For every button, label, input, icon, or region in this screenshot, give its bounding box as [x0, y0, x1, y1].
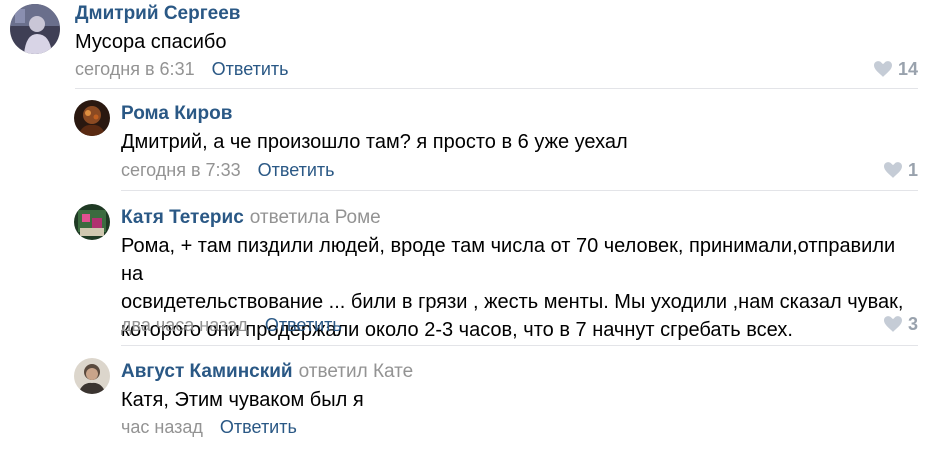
- comment-text-line: Рома, + там пиздили людей, вроде там чис…: [121, 235, 896, 285]
- comment-meta: час назад Ответить: [121, 416, 297, 438]
- comment-author: Дмитрий Сергеев: [75, 3, 240, 25]
- comment-author: Катя Тетерис ответила Роме: [121, 207, 381, 229]
- avatar-dmitry[interactable]: [10, 4, 60, 54]
- comment-timestamp: два часа назад: [121, 315, 248, 335]
- user-avatar-icon: [74, 100, 110, 136]
- like-button[interactable]: 1: [883, 159, 918, 181]
- author-name-link[interactable]: Август Каминский: [121, 361, 293, 382]
- like-count: 3: [907, 314, 918, 334]
- heart-icon: [883, 316, 902, 332]
- comment-divider: [121, 345, 918, 346]
- like-button[interactable]: 14: [873, 58, 918, 80]
- comment-text-line: освидетельствование ... били в грязи , ж…: [121, 291, 904, 313]
- reply-button[interactable]: Ответить: [212, 59, 289, 79]
- reply-button[interactable]: Ответить: [265, 315, 342, 335]
- comment-divider: [75, 88, 918, 89]
- reply-button[interactable]: Ответить: [220, 417, 297, 437]
- avatar-roma[interactable]: [74, 100, 110, 136]
- comment-text: Дмитрий, а че произошло там? я просто в …: [121, 131, 628, 153]
- comment-author: Рома Киров: [121, 103, 232, 125]
- user-avatar-icon: [10, 4, 60, 54]
- comment-text: Мусора спасибо: [75, 31, 227, 53]
- comment-author: Август Каминский ответил Кате: [121, 361, 413, 383]
- like-button[interactable]: 3: [883, 313, 918, 335]
- comment-meta: два часа назад Ответить: [121, 314, 342, 336]
- comment-timestamp: сегодня в 7:33: [121, 160, 241, 180]
- comment-divider: [121, 190, 918, 191]
- user-avatar-icon: [74, 358, 110, 394]
- author-name-link[interactable]: Катя Тетерис: [121, 207, 244, 228]
- comment-meta: сегодня в 6:31 Ответить: [75, 58, 289, 80]
- reply-to-label[interactable]: ответила Роме: [250, 207, 381, 228]
- avatar-avgust[interactable]: [74, 358, 110, 394]
- author-name-link[interactable]: Рома Киров: [121, 103, 232, 124]
- comment-timestamp: сегодня в 6:31: [75, 59, 195, 79]
- comment-text: Катя, Этим чуваком был я: [121, 389, 364, 411]
- comment-timestamp: час назад: [121, 417, 203, 437]
- reply-button[interactable]: Ответить: [258, 160, 335, 180]
- like-count: 14: [897, 59, 918, 79]
- like-count: 1: [907, 160, 918, 180]
- heart-icon: [873, 61, 892, 77]
- avatar-katya[interactable]: [74, 204, 110, 240]
- heart-icon: [883, 162, 902, 178]
- comment-meta: сегодня в 7:33 Ответить: [121, 159, 335, 181]
- reply-to-label[interactable]: ответил Кате: [299, 361, 414, 382]
- author-name-link[interactable]: Дмитрий Сергеев: [75, 3, 240, 24]
- user-avatar-icon: [74, 204, 110, 240]
